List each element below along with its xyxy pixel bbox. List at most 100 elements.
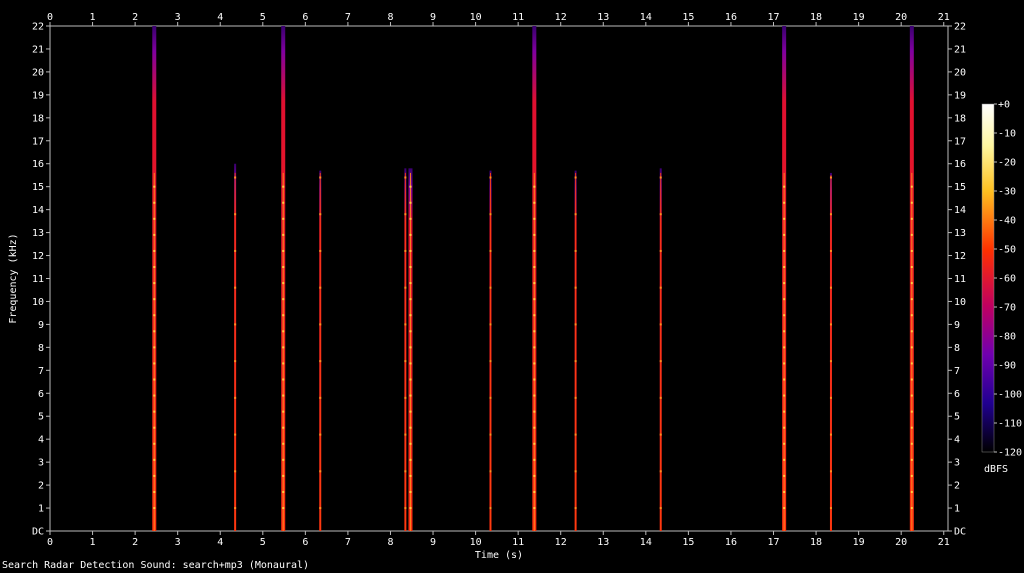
- signal-speckle: [234, 213, 237, 216]
- signal-speckle: [234, 176, 237, 179]
- signal-speckle: [409, 346, 412, 349]
- signal-speckle: [910, 474, 913, 477]
- x-tick-label-bottom: 16: [725, 537, 737, 548]
- signal-speckle: [282, 394, 285, 397]
- signal-speckle: [574, 286, 577, 289]
- y-tick-label-left: 9: [38, 320, 44, 331]
- colorbar-tick-label: +0: [998, 100, 1010, 111]
- signal-speckle: [489, 286, 492, 289]
- signal-speckle: [153, 394, 156, 397]
- colorbar-label: dBFS: [984, 464, 1008, 475]
- signal-speckle: [404, 176, 407, 179]
- signal-speckle: [829, 249, 832, 252]
- colorbar-tick-label: -60: [998, 274, 1016, 285]
- y-tick-label-right: 3: [954, 458, 960, 469]
- signal-speckle: [319, 360, 322, 363]
- x-tick-label-bottom: 1: [90, 537, 96, 548]
- colorbar-tick-label: -50: [998, 245, 1016, 256]
- y-tick-label-right: 19: [954, 90, 966, 101]
- signal-speckle: [783, 330, 786, 333]
- y-tick-label-right: 20: [954, 67, 966, 78]
- colorbar-tick-label: -40: [998, 216, 1016, 227]
- x-tick-label-bottom: 20: [895, 537, 907, 548]
- signal-speckle: [659, 507, 662, 510]
- signal-speckle: [533, 201, 536, 204]
- signal-speckle: [409, 249, 412, 252]
- x-tick-label-top: 10: [470, 12, 482, 23]
- y-tick-label-left: 7: [38, 366, 44, 377]
- signal-pulse-core: [319, 172, 321, 531]
- x-tick-label-top: 1: [90, 12, 96, 23]
- signal-speckle: [489, 213, 492, 216]
- signal-speckle: [533, 378, 536, 381]
- signal-speckle: [533, 458, 536, 461]
- signal-speckle: [234, 396, 237, 399]
- signal-speckle: [409, 217, 412, 220]
- signal-speckle: [533, 217, 536, 220]
- signal-speckle: [319, 176, 322, 179]
- signal-speckle: [234, 507, 237, 510]
- x-tick-label-bottom: 7: [345, 537, 351, 548]
- signal-speckle: [783, 362, 786, 365]
- signal-speckle: [574, 360, 577, 363]
- signal-speckle: [533, 426, 536, 429]
- x-tick-label-top: 11: [512, 12, 524, 23]
- colorbar-tick-label: -10: [998, 129, 1016, 140]
- signal-pulse-core: [404, 172, 406, 531]
- signal-speckle: [153, 362, 156, 365]
- signal-speckle: [659, 213, 662, 216]
- x-tick-label-bottom: 9: [430, 537, 436, 548]
- signal-speckle: [783, 507, 786, 510]
- signal-speckle: [910, 217, 913, 220]
- signal-speckle: [489, 323, 492, 326]
- signal-speckle: [282, 507, 285, 510]
- signal-speckle: [153, 442, 156, 445]
- signal-speckle: [783, 201, 786, 204]
- signal-speckle: [783, 442, 786, 445]
- signal-speckle: [533, 233, 536, 236]
- signal-speckle: [234, 360, 237, 363]
- signal-speckle: [153, 282, 156, 285]
- y-tick-label-left: 14: [32, 205, 44, 216]
- x-tick-label-top: 5: [260, 12, 266, 23]
- signal-speckle: [574, 213, 577, 216]
- colorbar-tick-label: -90: [998, 361, 1016, 372]
- colorbar-tick-label: -120: [998, 448, 1022, 459]
- signal-speckle: [829, 176, 832, 179]
- x-tick-label-top: 13: [597, 12, 609, 23]
- signal-speckle: [282, 378, 285, 381]
- y-tick-label-right: 2: [954, 481, 960, 492]
- x-tick-label-top: 15: [682, 12, 694, 23]
- signal-speckle: [319, 213, 322, 216]
- signal-speckle: [910, 442, 913, 445]
- signal-speckle: [282, 217, 285, 220]
- signal-speckle: [153, 458, 156, 461]
- signal-speckle: [829, 470, 832, 473]
- x-tick-label-top: 2: [132, 12, 138, 23]
- y-tick-label-left: 1: [38, 504, 44, 515]
- y-tick-label-right: 17: [954, 136, 966, 147]
- x-tick-label-top: 7: [345, 12, 351, 23]
- signal-speckle: [153, 474, 156, 477]
- signal-speckle: [409, 314, 412, 317]
- signal-speckle: [829, 286, 832, 289]
- signal-speckle: [659, 396, 662, 399]
- signal-speckle: [409, 474, 412, 477]
- y-tick-label-right: 15: [954, 182, 966, 193]
- signal-speckle: [829, 396, 832, 399]
- x-tick-label-bottom: 21: [938, 537, 950, 548]
- signal-pulse-core: [409, 172, 411, 531]
- signal-speckle: [910, 346, 913, 349]
- signal-speckle: [282, 185, 285, 188]
- signal-pulse-core: [282, 172, 284, 531]
- signal-speckle: [783, 346, 786, 349]
- signal-speckle: [404, 213, 407, 216]
- signal-speckle: [282, 266, 285, 269]
- signal-speckle: [409, 426, 412, 429]
- signal-speckle: [574, 470, 577, 473]
- signal-speckle: [574, 396, 577, 399]
- signal-speckle: [153, 490, 156, 493]
- signal-speckle: [282, 201, 285, 204]
- x-tick-label-bottom: 17: [767, 537, 779, 548]
- colorbar-tick-label: -110: [998, 419, 1022, 430]
